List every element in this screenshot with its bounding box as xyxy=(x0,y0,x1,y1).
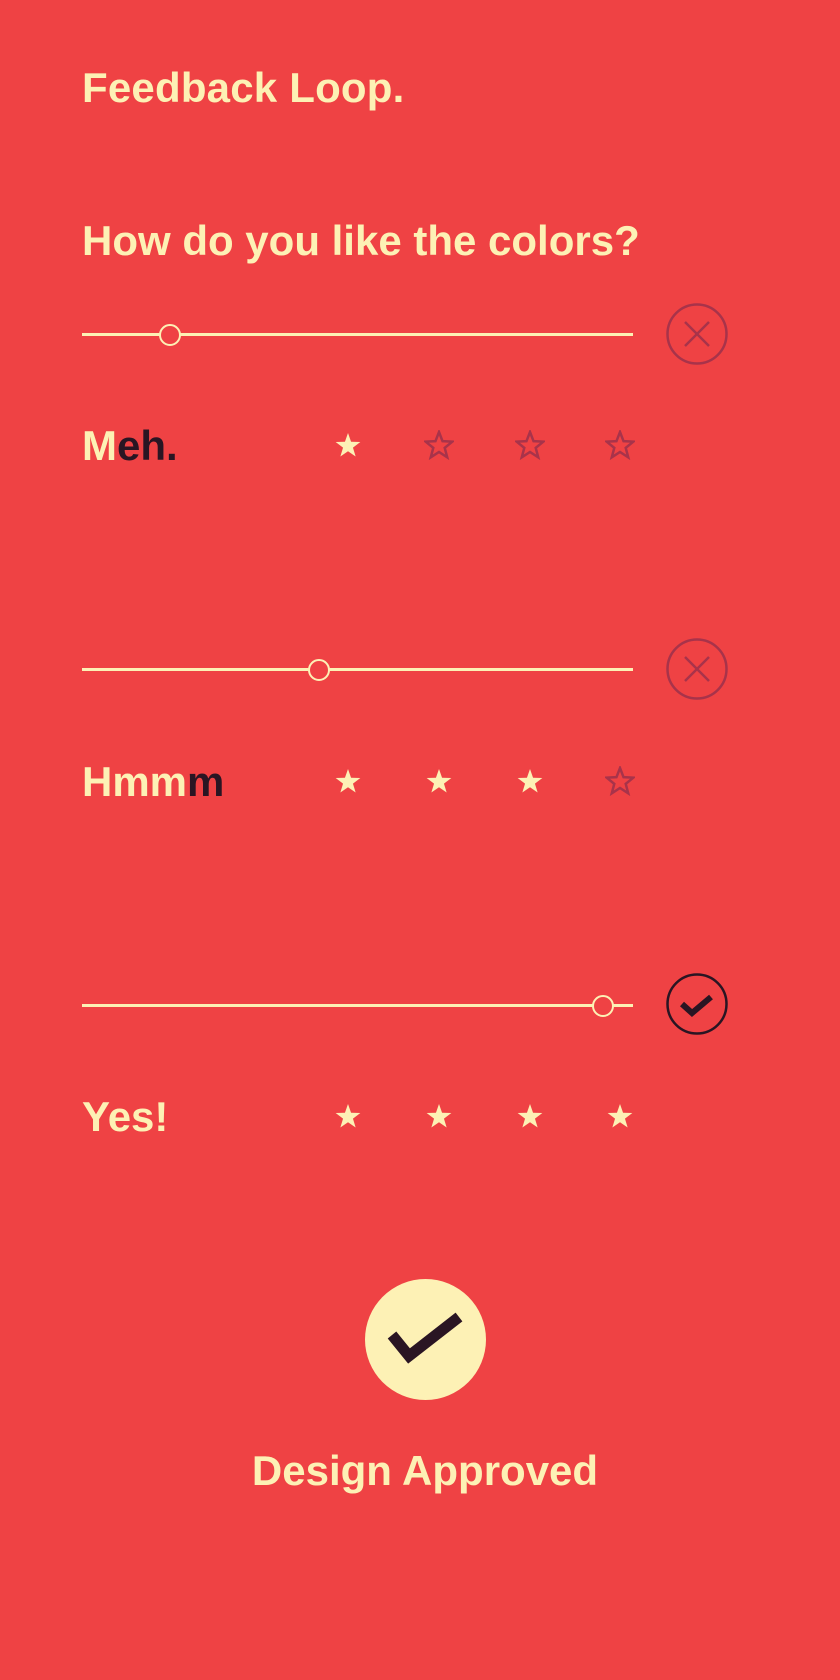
slider-thumb[interactable] xyxy=(307,658,330,681)
rating-label-dark: eh. xyxy=(117,422,178,469)
approve-status-button[interactable] xyxy=(666,973,728,1035)
approve-button[interactable] xyxy=(365,1279,486,1400)
close-circle-icon xyxy=(666,638,728,700)
star-outline-icon[interactable] xyxy=(515,430,545,460)
star-filled-icon[interactable] xyxy=(333,1101,363,1131)
slider-thumb[interactable] xyxy=(159,323,182,346)
rating-slider[interactable] xyxy=(82,323,633,346)
star-filled-icon[interactable] xyxy=(424,766,454,796)
app-title: Feedback Loop. xyxy=(82,64,405,111)
checkmark-icon xyxy=(387,1312,463,1364)
rating-label: Meh. xyxy=(82,421,178,471)
rating-label: Hmmm xyxy=(82,757,224,807)
reject-button[interactable] xyxy=(666,638,728,700)
star-outline-icon[interactable] xyxy=(605,766,635,796)
question-heading: How do you like the colors? xyxy=(82,217,640,264)
star-filled-icon[interactable] xyxy=(515,1101,545,1131)
star-outline-icon[interactable] xyxy=(424,430,454,460)
star-filled-icon[interactable] xyxy=(515,766,545,796)
approval-status-text: Design Approved xyxy=(251,1447,599,1494)
close-circle-icon xyxy=(666,303,728,365)
rating-label-dark: m xyxy=(187,758,225,805)
star-filled-icon[interactable] xyxy=(333,766,363,796)
rating-slider[interactable] xyxy=(82,994,633,1017)
rating-label-light: M xyxy=(82,422,117,469)
reject-button[interactable] xyxy=(666,303,728,365)
rating-label-light: Hmm xyxy=(82,758,188,805)
star-filled-icon[interactable] xyxy=(605,1101,635,1131)
star-filled-icon[interactable] xyxy=(333,430,363,460)
rating-label: Yes! xyxy=(82,1092,168,1142)
slider-thumb[interactable] xyxy=(591,994,614,1017)
star-outline-icon[interactable] xyxy=(605,430,635,460)
star-filled-icon[interactable] xyxy=(424,1101,454,1131)
rating-label-light: Yes! xyxy=(82,1093,169,1140)
check-circle-icon xyxy=(666,973,728,1035)
rating-slider[interactable] xyxy=(82,658,633,681)
